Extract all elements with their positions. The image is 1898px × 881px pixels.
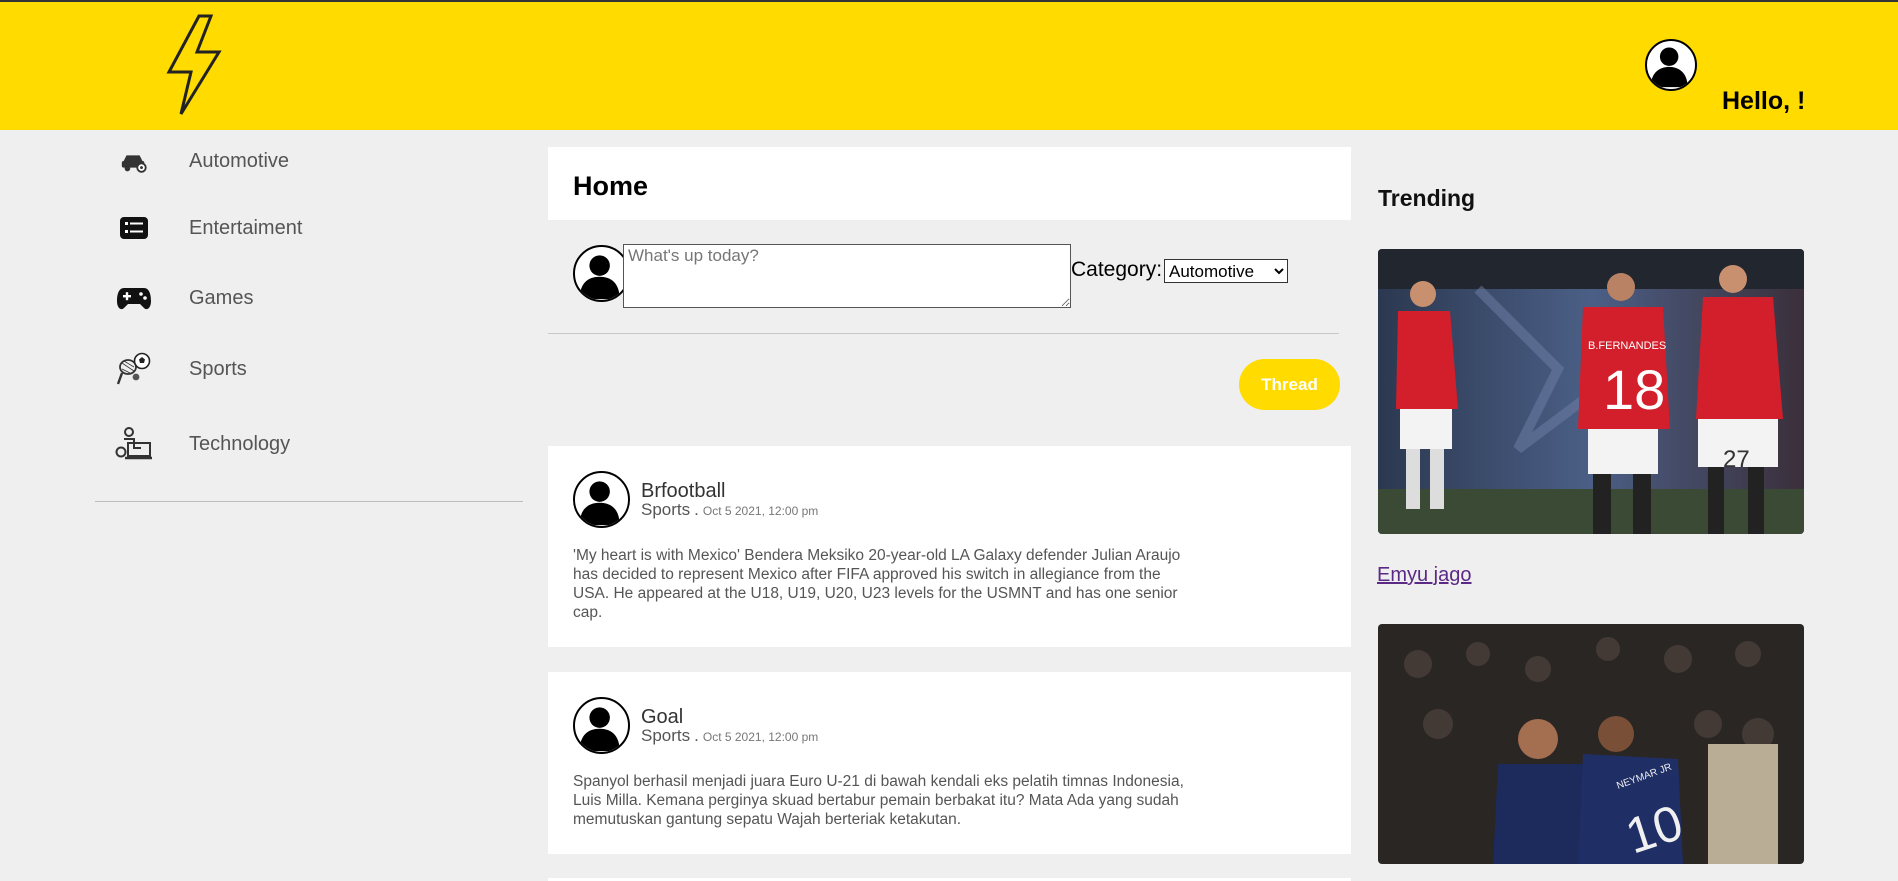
sidebar-item-games[interactable]: Games <box>115 279 253 317</box>
trending-link[interactable]: Emyu jago <box>1377 564 1472 587</box>
post-category: Sports <box>641 726 691 745</box>
lightning-logo-icon[interactable] <box>165 14 223 116</box>
sidebar-item-automotive[interactable]: Automotive <box>115 142 289 180</box>
user-silhouette-icon <box>579 707 620 752</box>
page-header-card: Home <box>548 147 1351 220</box>
top-bar: Hello, ! <box>0 0 1898 130</box>
sidebar-item-label: Automotive <box>189 149 290 172</box>
composer-divider <box>548 333 1339 334</box>
computer-user-icon <box>115 425 153 463</box>
category-select[interactable]: Automotive <box>1164 259 1288 283</box>
meta-separator: . <box>694 726 699 745</box>
post-avatar[interactable] <box>573 697 630 754</box>
category-sidebar: Automotive Entertaiment Games Sports Tec… <box>95 130 523 502</box>
sidebar-item-label: Technology <box>189 432 291 455</box>
thread-submit-button[interactable]: Thread <box>1239 359 1340 410</box>
user-silhouette-icon <box>1650 47 1688 88</box>
jersey-number: 27 <box>1723 446 1750 473</box>
football-players-image: 10 NEYMAR JR <box>1378 624 1804 864</box>
post-date: Oct 5 2021, 12:00 pm <box>702 730 819 744</box>
jersey-number: 18 <box>1603 358 1665 421</box>
category-label: Category: <box>1071 258 1163 281</box>
sidebar-item-sports[interactable]: Sports <box>115 350 247 388</box>
sidebar-divider <box>95 501 523 502</box>
list-icon <box>115 209 153 247</box>
football-players-image: B.FERNANDES 18 27 <box>1378 249 1804 534</box>
post-card[interactable]: Goal Sports. Oct 5 2021, 12:00 pm Spanyol… <box>548 672 1351 854</box>
post-meta: Sports. Oct 5 2021, 12:00 pm <box>641 500 818 520</box>
sidebar-item-technology[interactable]: Technology <box>115 425 290 463</box>
thread-composer: Category: Automotive <box>548 220 1351 335</box>
sidebar-item-label: Entertaiment <box>189 216 303 239</box>
gamepad-icon <box>115 279 153 317</box>
composer-avatar <box>573 245 630 302</box>
trending-image-psg-celebration[interactable]: 10 NEYMAR JR <box>1378 624 1804 864</box>
greeting-text: Hello, ! <box>1722 87 1806 115</box>
sidebar-item-entertaiment[interactable]: Entertaiment <box>115 209 302 247</box>
user-silhouette-icon <box>579 481 620 526</box>
post-card[interactable]: Brfootball Sports. Oct 5 2021, 12:00 pm '… <box>548 446 1351 647</box>
sidebar-item-label: Games <box>189 286 254 309</box>
post-date: Oct 5 2021, 12:00 pm <box>702 504 819 518</box>
user-avatar[interactable] <box>1645 39 1697 91</box>
post-category: Sports <box>641 500 691 519</box>
jersey-name: B.FERNANDES <box>1588 340 1666 352</box>
sports-icon <box>115 350 153 388</box>
trending-image-football-celebration[interactable]: B.FERNANDES 18 27 <box>1378 249 1804 534</box>
car-icon <box>115 142 153 180</box>
post-body: Spanyol berhasil menjadi juara Euro U-21… <box>573 773 1184 828</box>
thread-text-input[interactable] <box>623 244 1071 308</box>
user-silhouette-icon <box>579 255 620 300</box>
page-title: Home <box>573 171 649 201</box>
sidebar-item-label: Sports <box>189 357 247 380</box>
meta-separator: . <box>694 500 699 519</box>
trending-title: Trending <box>1378 185 1476 211</box>
post-avatar[interactable] <box>573 471 630 528</box>
post-meta: Sports. Oct 5 2021, 12:00 pm <box>641 726 818 746</box>
post-body: 'My heart is with Mexico' Bendera Meksik… <box>573 547 1181 621</box>
